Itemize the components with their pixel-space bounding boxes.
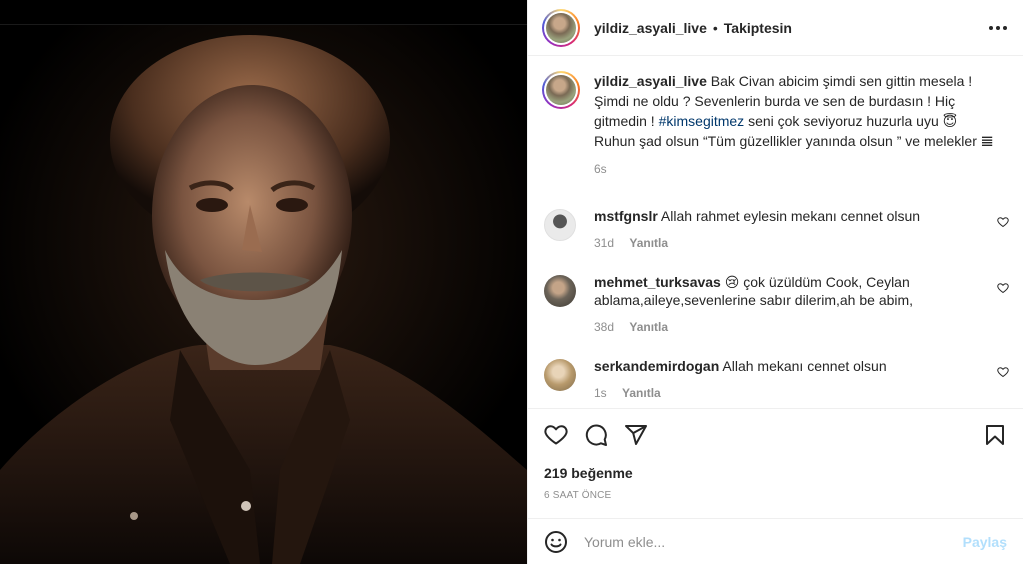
header-separator: • <box>712 19 718 36</box>
comment-time[interactable]: 31d <box>594 236 614 250</box>
post-sidebar: yildiz_asyali_live • Takiptesin yildiz_a… <box>527 0 1023 564</box>
avatar-border <box>544 10 578 45</box>
comment-username[interactable]: mstfgnslr <box>594 208 658 224</box>
comment-like-heart-icon[interactable] <box>997 215 1009 231</box>
add-comment-bar: Paylaş <box>528 518 1023 564</box>
comment-item: serkandemirdogan Allah mekanı cennet ols… <box>544 357 1009 402</box>
posted-time[interactable]: 6 SAAT ÖNCE <box>544 490 1007 501</box>
post-image[interactable] <box>0 0 527 564</box>
heart-icon[interactable] <box>544 423 568 447</box>
comment-input[interactable] <box>584 533 963 550</box>
comment-icon[interactable] <box>584 423 608 447</box>
emoji-icon[interactable] <box>544 530 568 554</box>
reply-button[interactable]: Yanıtla <box>629 320 668 334</box>
caption-username[interactable]: yildiz_asyali_live <box>594 73 707 89</box>
comment-text: Allah rahmet eylesin mekanı cennet olsun <box>660 208 921 224</box>
avatar-image <box>546 75 576 105</box>
caption-avatar[interactable] <box>542 71 580 109</box>
commenter-avatar[interactable] <box>544 209 576 241</box>
follow-status[interactable]: Takiptesin <box>724 20 792 36</box>
reply-button[interactable]: Yanıtla <box>629 236 668 250</box>
post-comment-button[interactable]: Paylaş <box>963 534 1007 550</box>
comment-time[interactable]: 38d <box>594 320 614 334</box>
author-username[interactable]: yildiz_asyali_live <box>594 20 707 36</box>
commenter-avatar[interactable] <box>544 359 576 391</box>
caption-time[interactable]: 6s <box>594 159 994 179</box>
likes-count[interactable]: 219 beğenme <box>544 465 1007 481</box>
comment-username[interactable]: serkandemirdogan <box>594 358 719 374</box>
post-header: yildiz_asyali_live • Takiptesin <box>528 0 1023 56</box>
reply-button[interactable]: Yanıtla <box>622 386 661 400</box>
avatar-border <box>544 73 578 107</box>
comment-text: Allah mekanı cennet olsun <box>722 358 887 374</box>
more-options-icon[interactable] <box>989 25 1007 30</box>
comment-like-heart-icon[interactable] <box>997 365 1009 381</box>
comment-item: mehmet_turksavas 😢 çok üzüldüm Cook, Cey… <box>544 273 1009 336</box>
caption-hashtag[interactable]: #kimsegitmez <box>659 113 745 129</box>
bookmark-icon[interactable] <box>983 423 1007 447</box>
post-dialog: yildiz_asyali_live • Takiptesin yildiz_a… <box>0 0 1023 564</box>
paper-plane-icon[interactable] <box>624 423 648 447</box>
portrait-illustration <box>0 25 527 564</box>
comment-like-heart-icon[interactable] <box>997 281 1009 297</box>
post-caption: yildiz_asyali_live Bak Civan abicim şimd… <box>528 57 1023 179</box>
author-avatar[interactable] <box>542 8 580 47</box>
avatar-image <box>546 12 576 43</box>
comment-time[interactable]: 1s <box>594 386 607 400</box>
post-actions: 219 beğenme 6 SAAT ÖNCE <box>528 408 1023 501</box>
commenter-avatar[interactable] <box>544 275 576 307</box>
comments-list[interactable]: yildiz_asyali_live Bak Civan abicim şimd… <box>528 57 1023 407</box>
comment-item: mstfgnslr Allah rahmet eylesin mekanı ce… <box>544 207 1009 252</box>
comment-username[interactable]: mehmet_turksavas <box>594 274 721 290</box>
